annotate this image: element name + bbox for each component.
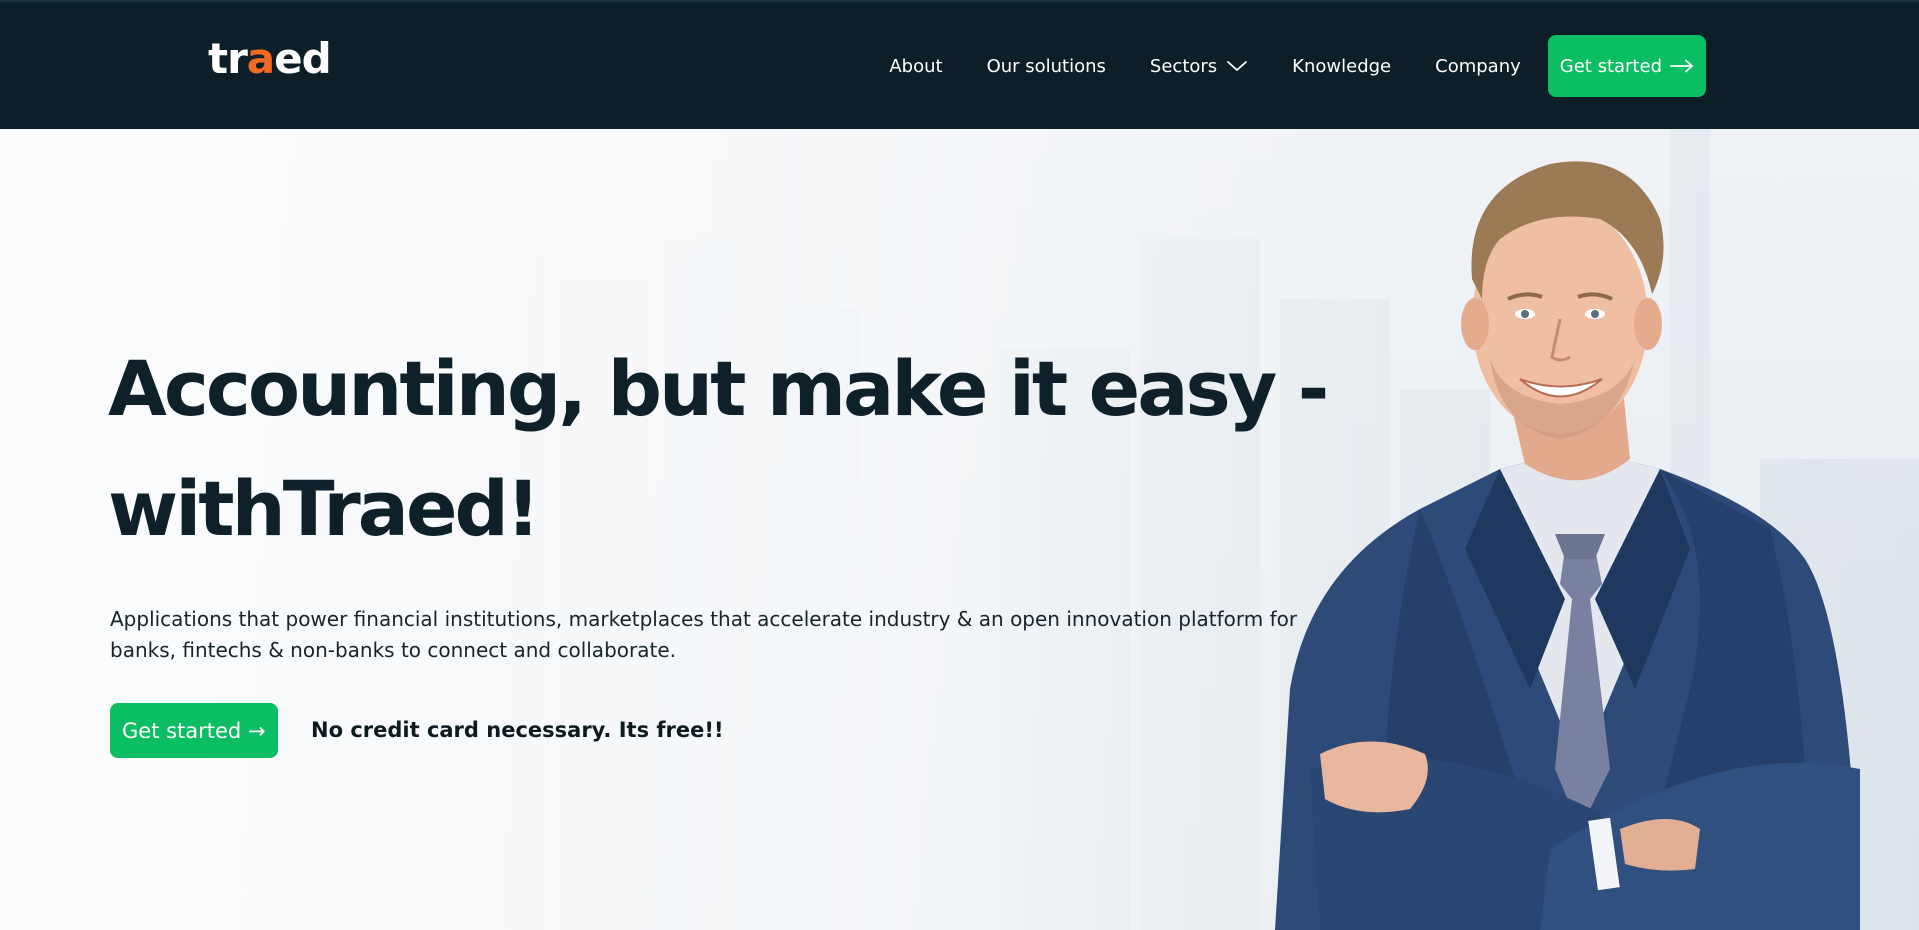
traed-logo[interactable]: tr a ed bbox=[208, 34, 332, 88]
nav-link-company[interactable]: Company bbox=[1435, 56, 1521, 77]
nav-link-label: Company bbox=[1435, 55, 1521, 77]
free-note: No credit card necessary. Its free!! bbox=[311, 718, 724, 742]
nav-link-label: Knowledge bbox=[1292, 55, 1392, 77]
top-navbar: tr a ed About Our solutions Sectors Knowle… bbox=[0, 0, 1919, 129]
nav-cta-label: Get started bbox=[1559, 55, 1662, 77]
chevron-down-icon bbox=[1227, 61, 1248, 71]
nav-get-started-button[interactable]: Get started bbox=[1547, 35, 1706, 97]
hero-title: Accounting, but make it easy - withTraed… bbox=[108, 329, 1329, 569]
logo-text-accent: a bbox=[246, 34, 275, 83]
landing-page: tr a ed About Our solutions Sectors Knowle… bbox=[0, 0, 1919, 930]
nav-link-our-solutions[interactable]: Our solutions bbox=[987, 56, 1106, 77]
businessman-photo bbox=[1275, 161, 1860, 930]
nav-link-label: Our solutions bbox=[986, 55, 1106, 77]
hero-title-line-1: Accounting, but make it easy - bbox=[108, 344, 1329, 433]
nav-link-knowledge[interactable]: Knowledge bbox=[1292, 56, 1391, 77]
hero-get-started-button[interactable]: Get started → bbox=[110, 703, 278, 758]
hero-cta-label: Get started → bbox=[122, 718, 266, 743]
nav-link-sectors[interactable]: Sectors bbox=[1150, 56, 1248, 77]
hero-section: Accounting, but make it easy - withTraed… bbox=[0, 129, 1919, 930]
nav-link-label: About bbox=[889, 55, 943, 77]
arrow-right-icon bbox=[1670, 59, 1693, 73]
logo-text-start: tr bbox=[208, 34, 248, 83]
main-navigation: About Our solutions Sectors Knowledge Co… bbox=[889, 35, 1706, 97]
hero-title-line-2: withTraed! bbox=[108, 464, 541, 553]
nav-link-about[interactable]: About bbox=[889, 56, 942, 77]
nav-link-label: Sectors bbox=[1149, 55, 1218, 77]
hero-description: Applications that power financial instit… bbox=[110, 607, 1298, 662]
logo-text-end: ed bbox=[274, 34, 332, 83]
